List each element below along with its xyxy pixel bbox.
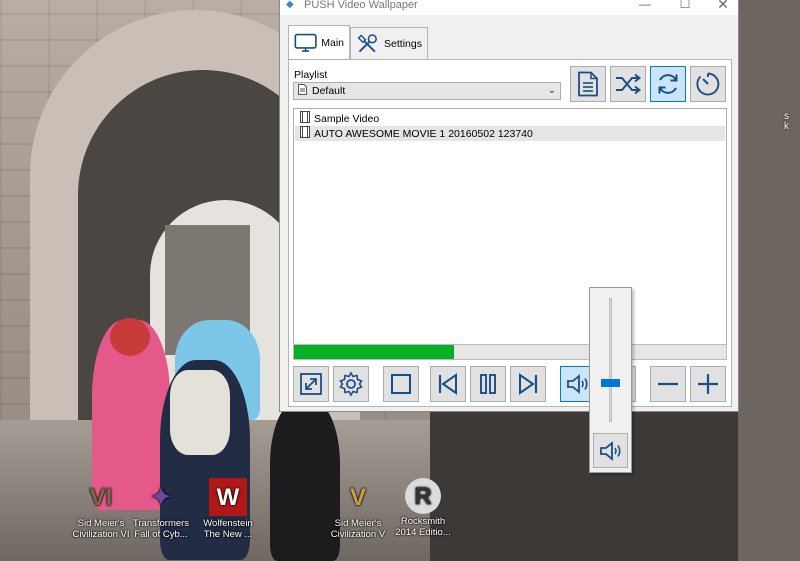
skip-previous-icon	[438, 373, 457, 395]
plus-icon	[698, 374, 718, 394]
progress-fill	[294, 345, 454, 359]
volume-down-button[interactable]	[650, 366, 686, 402]
settings-button[interactable]	[333, 366, 369, 402]
desktop-icon-label: Transformers	[132, 518, 190, 529]
civ6-icon: VI	[89, 483, 113, 511]
gear-icon	[339, 371, 363, 397]
desktop-icon-label: Sid Meier's	[334, 518, 382, 529]
repeat-icon	[658, 74, 678, 94]
app-logo-icon: ◆	[286, 0, 294, 10]
monitor-icon	[294, 33, 317, 52]
playlist-manager-button[interactable]	[570, 66, 606, 102]
desktop-icon-label: 2014 Editio...	[395, 527, 451, 538]
tools-icon	[357, 33, 377, 52]
desktop-icon-label: Sid Meier's	[77, 518, 125, 529]
minus-icon	[658, 382, 678, 386]
push-video-wallpaper-window: ◆ PUSH Video Wallpaper — ☐ ✕ Main Settin…	[279, 0, 739, 412]
volume-slider-thumb[interactable]	[601, 379, 620, 388]
stop-button[interactable]	[383, 366, 419, 402]
timer-button[interactable]	[690, 66, 726, 102]
desktop-icon-label: Civilization V	[330, 529, 386, 540]
video-name: Sample Video	[314, 112, 380, 125]
desktop-icon-civ5[interactable]: V Sid Meier's Civilization V	[325, 478, 391, 540]
shuffle-icon	[616, 73, 642, 95]
playlist-selected-value: Default	[312, 85, 346, 97]
title-bar[interactable]: ◆ PUSH Video Wallpaper — ☐ ✕	[280, 0, 738, 15]
volume-up-button[interactable]	[690, 366, 726, 402]
playback-progress-bar[interactable]	[293, 344, 727, 360]
film-icon	[300, 126, 310, 141]
minimize-button[interactable]: —	[630, 0, 660, 13]
wolfenstein-icon: W	[209, 478, 247, 516]
maximize-button[interactable]: ☐	[670, 0, 700, 13]
video-name: AUTO AWESOME MOVIE 1 20160502 123740	[314, 127, 533, 140]
skip-next-icon	[519, 373, 538, 395]
tab-settings[interactable]: Settings	[350, 27, 428, 59]
previous-button[interactable]	[430, 366, 466, 402]
document-list-icon	[578, 71, 598, 97]
rocksmith-icon: R	[405, 478, 441, 514]
expand-icon	[300, 373, 322, 395]
repeat-button[interactable]	[650, 66, 686, 102]
tab-settings-label: Settings	[384, 37, 422, 50]
playlist-dropdown[interactable]: Default ⌄	[293, 82, 561, 100]
person-red-hair	[110, 318, 150, 356]
list-item[interactable]: AUTO AWESOME MOVIE 1 20160502 123740	[295, 126, 725, 141]
decepticon-icon: ✦	[150, 483, 172, 511]
speaker-icon	[599, 440, 621, 461]
pause-button[interactable]	[470, 366, 506, 402]
main-panel: Playlist Default ⌄ Sample Video AUTO AWE…	[288, 59, 732, 407]
playlist-doc-icon	[298, 84, 307, 98]
volume-slider-track[interactable]	[609, 298, 612, 422]
close-button[interactable]: ✕	[708, 0, 738, 12]
fullscreen-button[interactable]	[293, 366, 329, 402]
tab-main[interactable]: Main	[288, 25, 350, 60]
timer-icon	[696, 72, 720, 96]
desktop-icon-civ6[interactable]: VI Sid Meier's Civilization VI	[68, 478, 134, 540]
right-wall	[738, 0, 800, 561]
gate-shadow	[430, 410, 740, 561]
video-list[interactable]: Sample Video AUTO AWESOME MOVIE 1 201605…	[293, 108, 727, 360]
tab-main-label: Main	[321, 37, 344, 49]
mute-button[interactable]	[593, 433, 628, 468]
civ5-icon: V	[349, 483, 366, 511]
desktop-icon-transformers[interactable]: ✦ Transformers Fall of Cyb...	[128, 478, 194, 540]
offscreen-icon-label: s k	[784, 111, 789, 132]
film-icon	[300, 111, 310, 126]
speaker-icon	[567, 374, 588, 394]
stop-icon	[391, 374, 411, 394]
next-button[interactable]	[510, 366, 546, 402]
list-item[interactable]: Sample Video	[295, 111, 725, 126]
desktop-icon-rocksmith[interactable]: R Rocksmith 2014 Editio...	[390, 478, 456, 538]
white-backpack	[170, 370, 230, 455]
pause-icon	[480, 374, 496, 394]
desktop-icon-label: Rocksmith	[400, 516, 446, 527]
shuffle-button[interactable]	[610, 66, 646, 102]
desktop-icon-label: Wolfenstein	[203, 518, 253, 529]
desktop-icon-label: The New ...	[203, 529, 253, 540]
volume-popup	[589, 287, 632, 473]
chevron-down-icon: ⌄	[547, 85, 556, 96]
desktop-icon-label: Fall of Cyb...	[134, 529, 188, 540]
desktop-icon-wolfenstein[interactable]: W Wolfenstein The New ...	[195, 478, 261, 540]
playlist-label: Playlist	[294, 69, 328, 81]
window-title: PUSH Video Wallpaper	[304, 0, 418, 11]
desktop-icon-label: Civilization VI	[72, 529, 130, 540]
